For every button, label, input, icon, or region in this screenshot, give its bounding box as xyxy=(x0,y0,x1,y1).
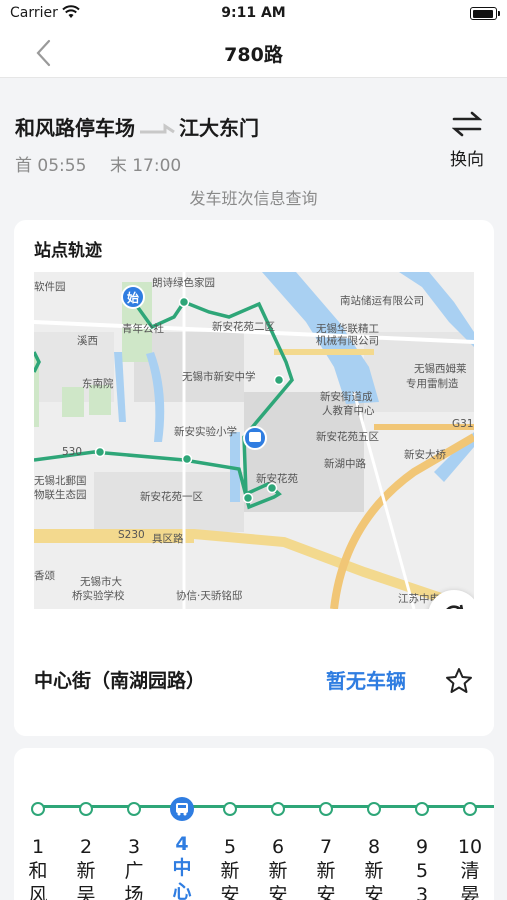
swap-direction-label: 换向 xyxy=(450,150,484,170)
stop-dot xyxy=(31,802,45,816)
stop-name: 清晏 xyxy=(460,860,480,900)
start-marker-label: 始 xyxy=(127,290,139,305)
svg-text:无锡市大: 无锡市大 xyxy=(80,575,122,588)
svg-text:无锡西姆莱: 无锡西姆莱 xyxy=(414,362,467,375)
vehicle-status: 暂无车辆 xyxy=(326,669,406,693)
stop-item[interactable]: 3 广场 xyxy=(114,796,154,900)
svg-text:新安花苑: 新安花苑 xyxy=(256,472,298,485)
stop-item[interactable]: 2 新吴 xyxy=(66,796,106,900)
stop-name: 530 xyxy=(415,860,429,900)
schedule-query-link[interactable]: 发车班次信息查询 xyxy=(0,185,507,209)
svg-text:机械有限公司: 机械有限公司 xyxy=(316,334,379,347)
svg-text:新安大桥: 新安大桥 xyxy=(404,448,446,461)
refresh-icon xyxy=(446,604,464,609)
stop-name: 新安 xyxy=(268,860,288,900)
stop-dot xyxy=(463,802,477,816)
svg-text:具区路: 具区路 xyxy=(152,532,184,545)
stop-number: 6 xyxy=(271,836,285,858)
navigation-bar: 780路 xyxy=(0,28,507,78)
svg-text:S230: S230 xyxy=(118,529,145,541)
stop-item[interactable]: 1 和风 xyxy=(18,796,58,900)
stop-number: 5 xyxy=(223,836,237,858)
last-bus-time: 末 17:00 xyxy=(109,156,182,176)
first-bus-time: 首 05:55 xyxy=(15,156,87,176)
svg-text:协信·天骄铭邸: 协信·天骄铭邸 xyxy=(176,589,242,602)
svg-text:新安花苑一区: 新安花苑一区 xyxy=(140,490,203,503)
direction-arrow-icon xyxy=(140,122,175,133)
stop-item[interactable]: 5 新安 xyxy=(210,796,250,900)
stop-name: 新安 xyxy=(364,860,384,900)
route-endpoints: 和风路停车场 江大东门 xyxy=(15,112,259,141)
current-station-row[interactable]: 中心街（南湖园路） 暂无车辆 xyxy=(14,622,494,736)
stop-item[interactable]: 10 清晏 xyxy=(450,796,490,900)
stop-item[interactable]: 4 中心 xyxy=(162,796,202,900)
stop-number: 1 xyxy=(31,836,45,858)
swap-arrows-icon xyxy=(452,111,482,137)
track-card: 站点轨迹 始 朗诗绿色家园 青年公社 新安花苑二区 无锡市新安中学 新安实验小学… xyxy=(14,220,494,736)
stop-number: 4 xyxy=(175,833,189,855)
stop-dot xyxy=(223,802,237,816)
svg-text:人教育中心: 人教育中心 xyxy=(322,404,375,417)
svg-text:无锡北郵国: 无锡北郵国 xyxy=(34,474,87,487)
stop-number: 9 xyxy=(415,836,429,858)
stop-name: 新安 xyxy=(316,860,336,900)
favorite-star-icon[interactable] xyxy=(444,666,474,696)
svg-text:新安街道成: 新安街道成 xyxy=(320,390,373,403)
stop-dot xyxy=(79,802,93,816)
svg-text:G312: G312 xyxy=(452,418,474,430)
page-title: 780路 xyxy=(224,44,283,66)
svg-text:无锡华联精工: 无锡华联精工 xyxy=(316,322,379,335)
stop-name: 中心 xyxy=(172,857,192,900)
stop-name: 新安 xyxy=(220,860,240,900)
svg-text:朗诗绿色家园: 朗诗绿色家园 xyxy=(152,276,215,289)
battery-icon xyxy=(470,7,500,20)
stop-item[interactable]: 8 新安 xyxy=(354,796,394,900)
svg-text:桥实验学校: 桥实验学校 xyxy=(72,589,125,602)
svg-text:新安花苑二区: 新安花苑二区 xyxy=(212,320,275,333)
clock: 9:11 AM xyxy=(221,5,286,21)
route-map[interactable]: 始 朗诗绿色家园 青年公社 新安花苑二区 无锡市新安中学 新安实验小学 东南院 … xyxy=(34,272,474,609)
operating-hours: 首 05:55 末 17:00 xyxy=(15,151,199,176)
svg-text:新湖中路: 新湖中路 xyxy=(324,457,366,470)
stop-dot xyxy=(415,802,429,816)
stop-item[interactable]: 9530 xyxy=(402,796,442,900)
svg-text:无锡市新安中学: 无锡市新安中学 xyxy=(182,370,256,383)
stop-number: 3 xyxy=(127,836,141,858)
svg-text:物联生态园: 物联生态园 xyxy=(34,488,87,501)
stop-number: 2 xyxy=(79,836,93,858)
stop-number: 10 xyxy=(457,836,483,858)
stops-strip: 1和风2新吴3广场4中心5新安6新安7新安8新安953010清晏 xyxy=(14,748,494,900)
stop-dot xyxy=(127,802,141,816)
route-origin: 和风路停车场 xyxy=(15,116,135,140)
svg-text:南站储运有限公司: 南站储运有限公司 xyxy=(340,294,424,307)
svg-text:专用雷制造: 专用雷制造 xyxy=(406,377,459,390)
svg-text:新安花苑五区: 新安花苑五区 xyxy=(316,430,379,443)
stop-item[interactable]: 6 新安 xyxy=(258,796,298,900)
stop-dot xyxy=(367,802,381,816)
svg-text:香颂: 香颂 xyxy=(34,570,55,582)
svg-text:青年公社: 青年公社 xyxy=(122,322,164,335)
current-station-name: 中心街（南湖园路） xyxy=(34,670,206,692)
svg-text:东南院: 东南院 xyxy=(82,377,114,390)
svg-text:530: 530 xyxy=(62,446,82,458)
stop-name: 广场 xyxy=(124,860,144,900)
track-card-title: 站点轨迹 xyxy=(34,241,102,261)
stop-item[interactable]: 7 新安 xyxy=(306,796,346,900)
route-header: 和风路停车场 江大东门 首 05:55 末 17:00 换向 发车班次信息查询 xyxy=(0,79,507,220)
stop-name: 和风 xyxy=(28,860,48,900)
stop-name: 新吴 xyxy=(76,860,96,900)
bus-icon xyxy=(170,797,194,821)
route-destination: 江大东门 xyxy=(179,116,259,140)
svg-text:软件园: 软件园 xyxy=(34,280,66,293)
swap-direction-button[interactable]: 换向 xyxy=(446,111,488,170)
stop-number: 8 xyxy=(367,836,381,858)
stop-dot xyxy=(319,802,333,816)
stop-dot xyxy=(271,802,285,816)
map-canvas: 始 朗诗绿色家园 青年公社 新安花苑二区 无锡市新安中学 新安实验小学 东南院 … xyxy=(34,272,474,609)
svg-text:溪西: 溪西 xyxy=(77,335,98,347)
status-bar: Carrier 9:11 AM xyxy=(0,0,507,28)
stop-number: 7 xyxy=(319,836,333,858)
svg-text:新安实验小学: 新安实验小学 xyxy=(174,425,237,438)
